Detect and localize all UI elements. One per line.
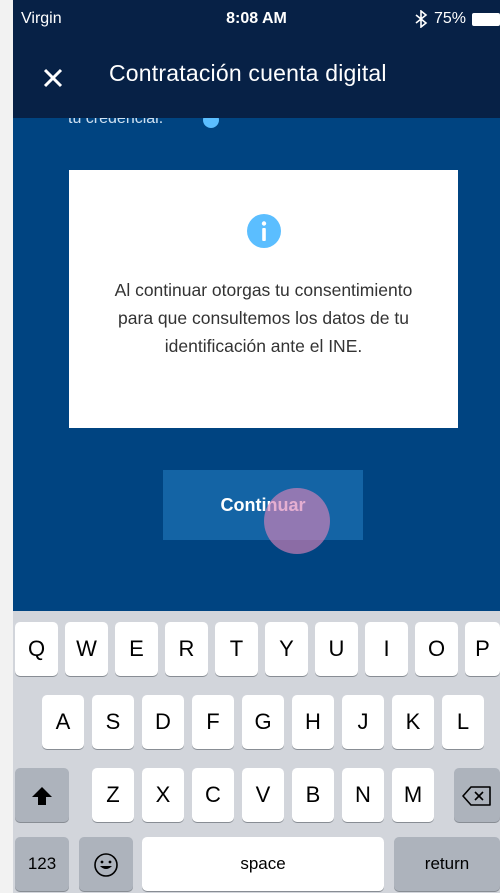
numbers-key[interactable]: 123 bbox=[15, 837, 69, 891]
return-key[interactable]: return bbox=[394, 837, 500, 891]
emoji-key[interactable] bbox=[79, 837, 133, 891]
key-m[interactable]: M bbox=[392, 768, 434, 822]
delete-key[interactable] bbox=[454, 768, 500, 822]
continue-button[interactable]: Continuar bbox=[163, 470, 363, 540]
key-n[interactable]: N bbox=[342, 768, 384, 822]
key-c[interactable]: C bbox=[192, 768, 234, 822]
shift-icon bbox=[32, 787, 52, 806]
keyboard: Q W E R T Y U I O P A S D F G H J K L Z … bbox=[13, 611, 500, 893]
key-s[interactable]: S bbox=[92, 695, 134, 749]
key-f[interactable]: F bbox=[192, 695, 234, 749]
key-g[interactable]: G bbox=[242, 695, 284, 749]
nav-title: Contratación cuenta digital bbox=[109, 60, 387, 86]
main-content: tu credencial. Al continuar otorgas tu c… bbox=[13, 110, 500, 611]
battery-icon bbox=[472, 12, 500, 26]
key-h[interactable]: H bbox=[292, 695, 334, 749]
battery-percent: 75% bbox=[433, 10, 466, 27]
key-i[interactable]: I bbox=[365, 622, 408, 676]
key-u[interactable]: U bbox=[315, 622, 358, 676]
key-b[interactable]: B bbox=[292, 768, 334, 822]
key-q[interactable]: Q bbox=[15, 622, 58, 676]
status-bar: Virgin 8:08 AM 75% bbox=[13, 0, 500, 40]
screen: Virgin 8:08 AM 75% Contratación cuenta d… bbox=[0, 0, 500, 893]
bluetooth-icon bbox=[415, 10, 428, 28]
key-p[interactable]: P bbox=[465, 622, 500, 676]
left-edge-strip bbox=[0, 0, 13, 893]
key-x[interactable]: X bbox=[142, 768, 184, 822]
space-key[interactable]: space bbox=[142, 837, 384, 891]
key-r[interactable]: R bbox=[165, 622, 208, 676]
dialog-message: Al continuar otorgas tu consentimiento p… bbox=[114, 280, 413, 356]
key-v[interactable]: V bbox=[242, 768, 284, 822]
key-k[interactable]: K bbox=[392, 695, 434, 749]
key-y[interactable]: Y bbox=[265, 622, 308, 676]
key-j[interactable]: J bbox=[342, 695, 384, 749]
backspace-icon bbox=[462, 786, 491, 806]
key-o[interactable]: O bbox=[415, 622, 458, 676]
info-icon bbox=[247, 214, 281, 248]
shift-key[interactable] bbox=[15, 768, 69, 822]
key-w[interactable]: W bbox=[65, 622, 108, 676]
consent-dialog: Al continuar otorgas tu consentimiento p… bbox=[69, 170, 458, 428]
key-e[interactable]: E bbox=[115, 622, 158, 676]
close-icon[interactable] bbox=[40, 65, 66, 91]
key-t[interactable]: T bbox=[215, 622, 258, 676]
key-d[interactable]: D bbox=[142, 695, 184, 749]
key-z[interactable]: Z bbox=[92, 768, 134, 822]
nav-bar: Contratación cuenta digital bbox=[13, 40, 500, 118]
key-l[interactable]: L bbox=[442, 695, 484, 749]
emoji-icon bbox=[94, 853, 118, 877]
status-right: 75% bbox=[414, 10, 500, 28]
key-a[interactable]: A bbox=[42, 695, 84, 749]
